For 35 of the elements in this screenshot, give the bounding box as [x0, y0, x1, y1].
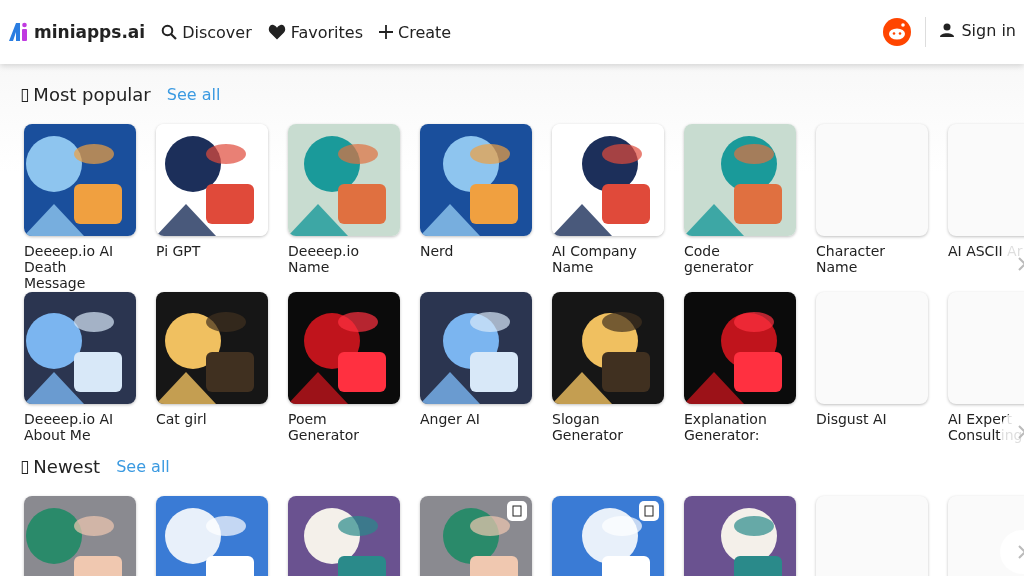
app-thumbnail[interactable]: [816, 292, 928, 404]
chevron-right-icon: [1017, 256, 1024, 272]
nav-link[interactable]: Discover: [161, 22, 252, 42]
app-name[interactable]: Deeeep.io AI Death Message: [24, 243, 128, 291]
chevron-right-icon: [1017, 544, 1024, 560]
heart-icon: [267, 24, 286, 40]
logo-icon: [8, 22, 30, 42]
sign-in-link[interactable]: Sign in: [940, 20, 1016, 44]
app-name[interactable]: Pi GPT: [156, 243, 260, 259]
search-icon: [161, 24, 178, 40]
alien-face-icon[interactable]: [883, 18, 912, 46]
app-name[interactable]: AI Company Name: [552, 243, 656, 275]
section-title: Newest: [33, 455, 101, 477]
app-name[interactable]: Character Name: [816, 243, 920, 275]
app-name[interactable]: Explanation Generator:: [684, 411, 788, 443]
logo-text[interactable]: miniapps.ai: [34, 22, 146, 42]
app-name[interactable]: Slogan Generator: [552, 411, 656, 443]
plus-icon: [379, 25, 393, 39]
person-icon: [940, 23, 955, 37]
nav-link[interactable]: Create: [379, 22, 452, 42]
section-glyph: ▯: [20, 84, 30, 104]
app-name[interactable]: Code generator: [684, 243, 788, 275]
app-name[interactable]: Deeeep.io Name: [288, 243, 392, 275]
app-name[interactable]: Poem Generator: [288, 411, 392, 443]
nav-link[interactable]: Favorites: [267, 22, 363, 42]
app-name[interactable]: Anger AI: [420, 411, 524, 427]
badge-icon: [507, 501, 527, 521]
app-name[interactable]: Cat girl: [156, 411, 260, 427]
section-title: Most popular: [33, 83, 151, 105]
app-name[interactable]: Disgust AI: [816, 411, 920, 427]
app-name[interactable]: Nerd: [420, 243, 524, 259]
app-name[interactable]: Deeeep.io AI About Me: [24, 411, 128, 443]
app-thumbnail[interactable]: [816, 124, 928, 236]
badge-icon: [639, 501, 659, 521]
section-glyph: ▯: [20, 456, 30, 476]
